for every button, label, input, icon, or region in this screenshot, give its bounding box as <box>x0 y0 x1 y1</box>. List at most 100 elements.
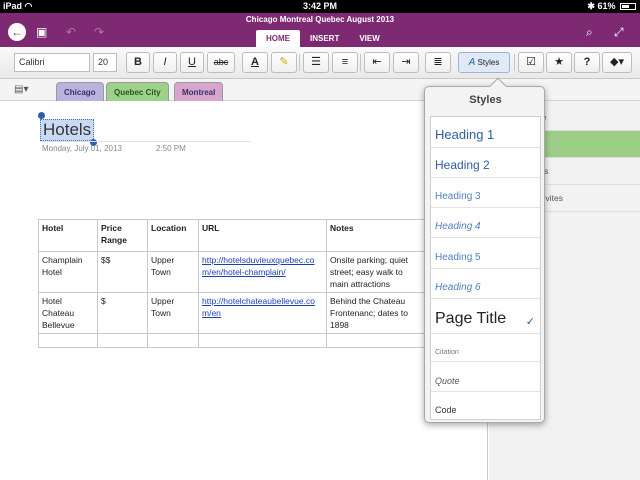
bullet-list-icon[interactable]: ☰ <box>303 52 329 73</box>
page-canvas[interactable]: Hotels Monday, July 01, 2013 2:50 PM Hot… <box>0 101 488 480</box>
underline-button[interactable]: U <box>180 52 204 73</box>
style-label: Page Title <box>435 310 507 327</box>
table-cell[interactable]: Champlain Hotel <box>38 251 98 293</box>
column-header[interactable]: Notes <box>326 219 425 252</box>
table-cell[interactable] <box>198 333 327 348</box>
battery-percent: 61% <box>597 1 616 11</box>
hotels-table[interactable]: Hotel Price Range Location URL Notes Cha… <box>38 219 425 348</box>
table-row <box>38 333 425 348</box>
style-label: Code <box>435 405 457 415</box>
star-tag-icon[interactable]: ★ <box>546 52 572 73</box>
strikethrough-button[interactable]: abc <box>207 52 235 73</box>
italic-button[interactable]: I <box>153 52 177 73</box>
decrease-indent-icon[interactable]: ⇤ <box>364 52 390 73</box>
section-tab-montreal[interactable]: Montreal <box>174 82 224 101</box>
selection-handle-start[interactable] <box>38 112 45 119</box>
align-icon[interactable]: ≣ <box>425 52 451 73</box>
toolbar-divider <box>299 54 300 71</box>
table-cell[interactable] <box>326 333 425 348</box>
style-label: Citation <box>435 349 459 356</box>
font-size-field[interactable]: 20 <box>93 53 117 72</box>
fullscreen-icon[interactable]: ⤢ <box>614 26 624 38</box>
status-bar: iPad ◠ 3:42 PM ✱ 61% <box>0 0 640 13</box>
table-cell[interactable]: $ <box>97 292 148 334</box>
notebook-list-icon[interactable]: ▤▾ <box>14 84 28 95</box>
table-cell[interactable] <box>38 333 98 348</box>
redo-icon[interactable]: ↷ <box>94 26 104 38</box>
ribbon-tabs: HOME INSERT VIEW <box>256 30 390 47</box>
section-tab-chicago[interactable]: Chicago <box>56 82 104 101</box>
style-heading-3[interactable]: Heading 3 <box>431 178 540 208</box>
title-bar: Chicago Montreal Quebec August 2013 ← ▣ … <box>0 13 640 47</box>
search-icon[interactable]: ⌕ <box>586 26 593 38</box>
styles-button[interactable]: A Styles <box>458 52 510 73</box>
font-name-field[interactable]: Calibri <box>14 53 90 72</box>
style-code[interactable]: Code <box>431 392 540 420</box>
increase-indent-icon[interactable]: ⇥ <box>393 52 419 73</box>
font-color-button[interactable]: A <box>242 52 268 73</box>
style-label: Heading 2 <box>435 158 490 172</box>
style-heading-1[interactable]: Heading 1 <box>431 117 540 148</box>
style-label: Heading 1 <box>435 127 495 142</box>
section-tab-quebec-city[interactable]: Quebec City <box>106 82 169 101</box>
column-header[interactable]: Price Range <box>97 219 148 252</box>
page-time: 2:50 PM <box>156 144 186 153</box>
back-icon[interactable]: ← <box>8 23 26 41</box>
notebook-title: Chicago Montreal Quebec August 2013 <box>245 15 395 24</box>
style-heading-6[interactable]: Heading 6 <box>431 269 540 299</box>
column-header[interactable]: URL <box>198 219 327 252</box>
table-cell[interactable]: Onsite parking; quiet street; easy walk … <box>326 251 425 293</box>
page-date: Monday, July 01, 2013 <box>42 144 122 153</box>
table-cell[interactable]: Hotel Chateau Bellevue <box>38 292 98 334</box>
style-label: Heading 5 <box>435 252 481 263</box>
more-tags-icon[interactable]: ◆▾ <box>602 52 632 73</box>
style-heading-2[interactable]: Heading 2 <box>431 148 540 178</box>
style-label: Heading 6 <box>435 282 481 293</box>
style-quote[interactable]: Quote <box>431 362 540 392</box>
styles-popover: Styles Heading 1 Heading 2 Heading 3 Hea… <box>424 77 545 423</box>
popover-title: Styles <box>469 94 502 106</box>
style-heading-4[interactable]: Heading 4 <box>431 208 540 238</box>
clock: 3:42 PM <box>302 1 337 11</box>
bold-button[interactable]: B <box>126 52 150 73</box>
url-link[interactable]: http://hotelchateaubellevue.com/en <box>198 292 327 334</box>
checkmark-icon: ✓ <box>525 316 535 328</box>
table-cell[interactable]: Upper Town <box>147 292 199 334</box>
styles-label: Styles <box>477 58 500 67</box>
table-cell[interactable] <box>97 333 148 348</box>
table-header-row: Hotel Price Range Location URL Notes <box>38 219 425 252</box>
style-label: Heading 4 <box>435 221 481 232</box>
battery-icon <box>620 3 636 10</box>
tab-view[interactable]: VIEW <box>349 30 389 47</box>
table-row: Hotel Chateau Bellevue $ Upper Town http… <box>38 292 425 334</box>
tab-home[interactable]: HOME <box>256 30 300 47</box>
style-label: Quote <box>435 376 460 386</box>
tab-insert[interactable]: INSERT <box>300 30 349 47</box>
title-underline <box>40 141 250 142</box>
toolbar-divider <box>514 54 515 71</box>
toolbar-divider <box>360 54 361 71</box>
style-page-title[interactable]: Page Title ✓ <box>431 299 540 334</box>
style-heading-5[interactable]: Heading 5 <box>431 238 540 269</box>
highlighter-icon[interactable]: ✎ <box>271 52 297 73</box>
checkbox-tag-icon[interactable]: ☑ <box>518 52 544 73</box>
status-right: ✱ 61% <box>587 1 636 12</box>
share-notebook-icon[interactable]: ▣ <box>36 26 47 38</box>
style-label: Heading 3 <box>435 191 481 202</box>
style-citation[interactable]: Citation <box>431 334 540 362</box>
table-cell[interactable] <box>147 333 199 348</box>
bluetooth-icon: ✱ <box>587 1 595 11</box>
question-tag-icon[interactable]: ? <box>574 52 600 73</box>
page-title[interactable]: Hotels <box>40 119 95 141</box>
column-header[interactable]: Location <box>147 219 199 252</box>
url-link[interactable]: http://hotelsduvieuxquebec.com/en/hotel-… <box>198 251 327 293</box>
column-header[interactable]: Hotel <box>38 219 98 252</box>
numbered-list-icon[interactable]: ≡ <box>332 52 358 73</box>
table-cell[interactable]: $$ <box>97 251 148 293</box>
styles-icon: A <box>468 57 476 68</box>
table-cell[interactable]: Upper Town <box>147 251 199 293</box>
undo-icon[interactable]: ↶ <box>66 26 76 38</box>
table-row: Champlain Hotel $$ Upper Town http://hot… <box>38 251 425 293</box>
styles-list: Heading 1 Heading 2 Heading 3 Heading 4 … <box>430 116 541 420</box>
table-cell[interactable]: Behind the Chateau Frontenanc; dates to … <box>326 292 425 334</box>
